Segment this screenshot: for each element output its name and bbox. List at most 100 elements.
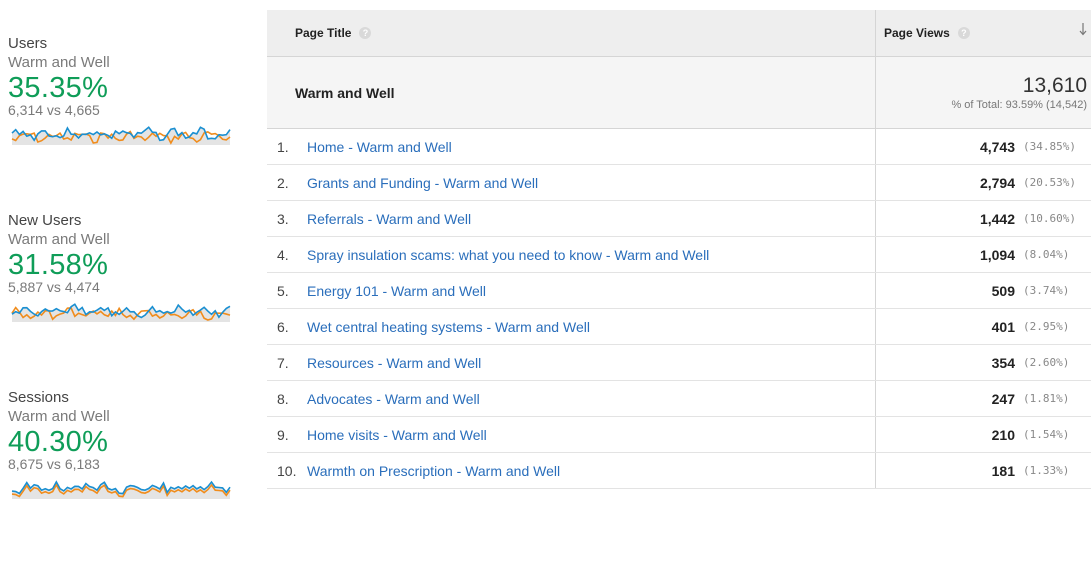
page-title-link[interactable]: Referrals - Warm and Well (307, 211, 471, 227)
page-views-value: 247 (991, 390, 1015, 407)
page-views-percent: (34.85%) (1023, 140, 1076, 153)
metric-segment: Warm and Well (8, 408, 110, 425)
table-row: 9. Home visits - Warm and Well 210 (1.54%) (267, 417, 1091, 453)
row-rank: 5. (277, 282, 289, 299)
page-title-cell: 7. Resources - Warm and Well (267, 345, 875, 380)
page-views-value: 1,442 (979, 210, 1015, 227)
page-views-percent: (1.81%) (1023, 392, 1070, 405)
metric-compare: 6,314 vs 4,665 (8, 102, 100, 118)
page-title-link[interactable]: Energy 101 - Warm and Well (307, 283, 486, 299)
header-page-views[interactable]: Page Views ? (875, 10, 1091, 56)
page-views-value: 181 (991, 462, 1015, 479)
row-rank: 3. (277, 210, 289, 227)
total-views: 13,610 % of Total: 93.59% (14,542) (875, 57, 1091, 128)
page-title-link[interactable]: Home visits - Warm and Well (307, 427, 487, 443)
page-views-table: Page Title ? Page Views ? Warm and Well … (267, 10, 1091, 489)
metric-compare: 8,675 vs 6,183 (8, 456, 100, 472)
metric-compare: 5,887 vs 4,474 (8, 279, 100, 295)
header-page-title-label: Page Title (295, 26, 352, 40)
page-title-cell: 8. Advocates - Warm and Well (267, 381, 875, 416)
page-title-cell: 4. Spray insulation scams: what you need … (267, 237, 875, 272)
page-views-cell: 1,094 (8.04%) (875, 237, 1091, 272)
page-views-cell: 247 (1.81%) (875, 381, 1091, 416)
row-rank: 1. (277, 138, 289, 155)
metric-new-users: New Users Warm and Well 31.58% 5,887 vs … (8, 211, 248, 388)
page-title-link[interactable]: Resources - Warm and Well (307, 355, 481, 371)
table-body: 1. Home - Warm and Well 4,743 (34.85%) 2. Gra… (267, 129, 1091, 489)
page-title-cell: 1. Home - Warm and Well (267, 129, 875, 164)
table-row: 8. Advocates - Warm and Well 247 (1.81%) (267, 381, 1091, 417)
row-rank: 10. (277, 462, 297, 479)
page-views-cell: 2,794 (20.53%) (875, 165, 1091, 200)
page-views-cell: 4,743 (34.85%) (875, 129, 1091, 164)
table-row: 7. Resources - Warm and Well 354 (2.60%) (267, 345, 1091, 381)
table-row: 10. Warmth on Prescription - Warm and Wel… (267, 453, 1091, 489)
page-views-cell: 210 (1.54%) (875, 417, 1091, 452)
page-views-value: 509 (991, 282, 1015, 299)
help-icon[interactable]: ? (957, 27, 970, 39)
page-title-link[interactable]: Grants and Funding - Warm and Well (307, 175, 538, 191)
page-title-link[interactable]: Advocates - Warm and Well (307, 391, 480, 407)
page-views-cell: 1,442 (10.60%) (875, 201, 1091, 236)
page-title-cell: 6. Wet central heating systems - Warm and… (267, 309, 875, 344)
page-title-cell: 5. Energy 101 - Warm and Well (267, 273, 875, 308)
table-row: 5. Energy 101 - Warm and Well 509 (3.74%) (267, 273, 1091, 309)
sparkline (11, 480, 231, 499)
total-percent-of-total: % of Total: 93.59% (14,542) (951, 98, 1087, 111)
page-views-value: 354 (991, 354, 1015, 371)
sort-descending-icon[interactable] (1079, 22, 1087, 36)
header-page-title[interactable]: Page Title ? (267, 10, 875, 56)
sparkline (11, 303, 231, 322)
row-rank: 4. (277, 246, 289, 263)
page-views-percent: (10.60%) (1023, 212, 1076, 225)
table-row: 6. Wet central heating systems - Warm and… (267, 309, 1091, 345)
metric-change: 35.35% (8, 72, 109, 104)
page-views-cell: 509 (3.74%) (875, 273, 1091, 308)
row-rank: 9. (277, 426, 289, 443)
page-views-percent: (2.60%) (1023, 356, 1070, 369)
page-title-link[interactable]: Spray insulation scams: what you need to… (307, 247, 709, 263)
page-views-percent: (3.74%) (1023, 284, 1070, 297)
page-views-cell: 181 (1.33%) (875, 453, 1091, 488)
metric-name: New Users (8, 212, 82, 229)
sparkline (11, 126, 231, 145)
metric-segment: Warm and Well (8, 231, 110, 248)
page-title-link[interactable]: Wet central heating systems - Warm and W… (307, 319, 590, 335)
metric-change: 31.58% (8, 249, 109, 281)
page-views-cell: 401 (2.95%) (875, 309, 1091, 344)
metric-name: Sessions (8, 389, 69, 406)
row-rank: 7. (277, 354, 289, 371)
table-row: 3. Referrals - Warm and Well 1,442 (10.60%) (267, 201, 1091, 237)
metric-name: Users (8, 35, 48, 52)
page-views-percent: (1.33%) (1023, 464, 1070, 477)
page-views-value: 401 (991, 318, 1015, 335)
table-row: 2. Grants and Funding - Warm and Well 2,79… (267, 165, 1091, 201)
page-views-percent: (8.04%) (1023, 248, 1070, 261)
table-header: Page Title ? Page Views ? (267, 10, 1091, 57)
page-views-percent: (1.54%) (1023, 428, 1070, 441)
total-label: Warm and Well (295, 84, 395, 101)
page-title-cell: 3. Referrals - Warm and Well (267, 201, 875, 236)
table-row: 4. Spray insulation scams: what you need … (267, 237, 1091, 273)
metric-segment: Warm and Well (8, 54, 110, 71)
page-views-cell: 354 (2.60%) (875, 345, 1091, 380)
page-views-percent: (2.95%) (1023, 320, 1070, 333)
table-row: 1. Home - Warm and Well 4,743 (34.85%) (267, 129, 1091, 165)
page-title-link[interactable]: Warmth on Prescription - Warm and Well (307, 463, 560, 479)
metrics-panel: Users Warm and Well 35.35% 6,314 vs 4,66… (8, 34, 248, 565)
total-value: 13,610 (1022, 73, 1087, 97)
metric-sessions: Sessions Warm and Well 40.30% 8,675 vs 6… (8, 388, 248, 565)
row-rank: 2. (277, 174, 289, 191)
page-views-value: 2,794 (979, 174, 1015, 191)
page-views-percent: (20.53%) (1023, 176, 1076, 189)
page-title-cell: 10. Warmth on Prescription - Warm and Wel… (267, 453, 875, 488)
page-views-value: 210 (991, 426, 1015, 443)
header-page-views-label: Page Views (884, 26, 950, 40)
total-row: Warm and Well 13,610 % of Total: 93.59% … (267, 57, 1091, 129)
row-rank: 8. (277, 390, 289, 407)
metric-change: 40.30% (8, 426, 109, 458)
page-title-cell: 2. Grants and Funding - Warm and Well (267, 165, 875, 200)
page-title-cell: 9. Home visits - Warm and Well (267, 417, 875, 452)
help-icon[interactable]: ? (359, 27, 372, 39)
page-title-link[interactable]: Home - Warm and Well (307, 139, 452, 155)
